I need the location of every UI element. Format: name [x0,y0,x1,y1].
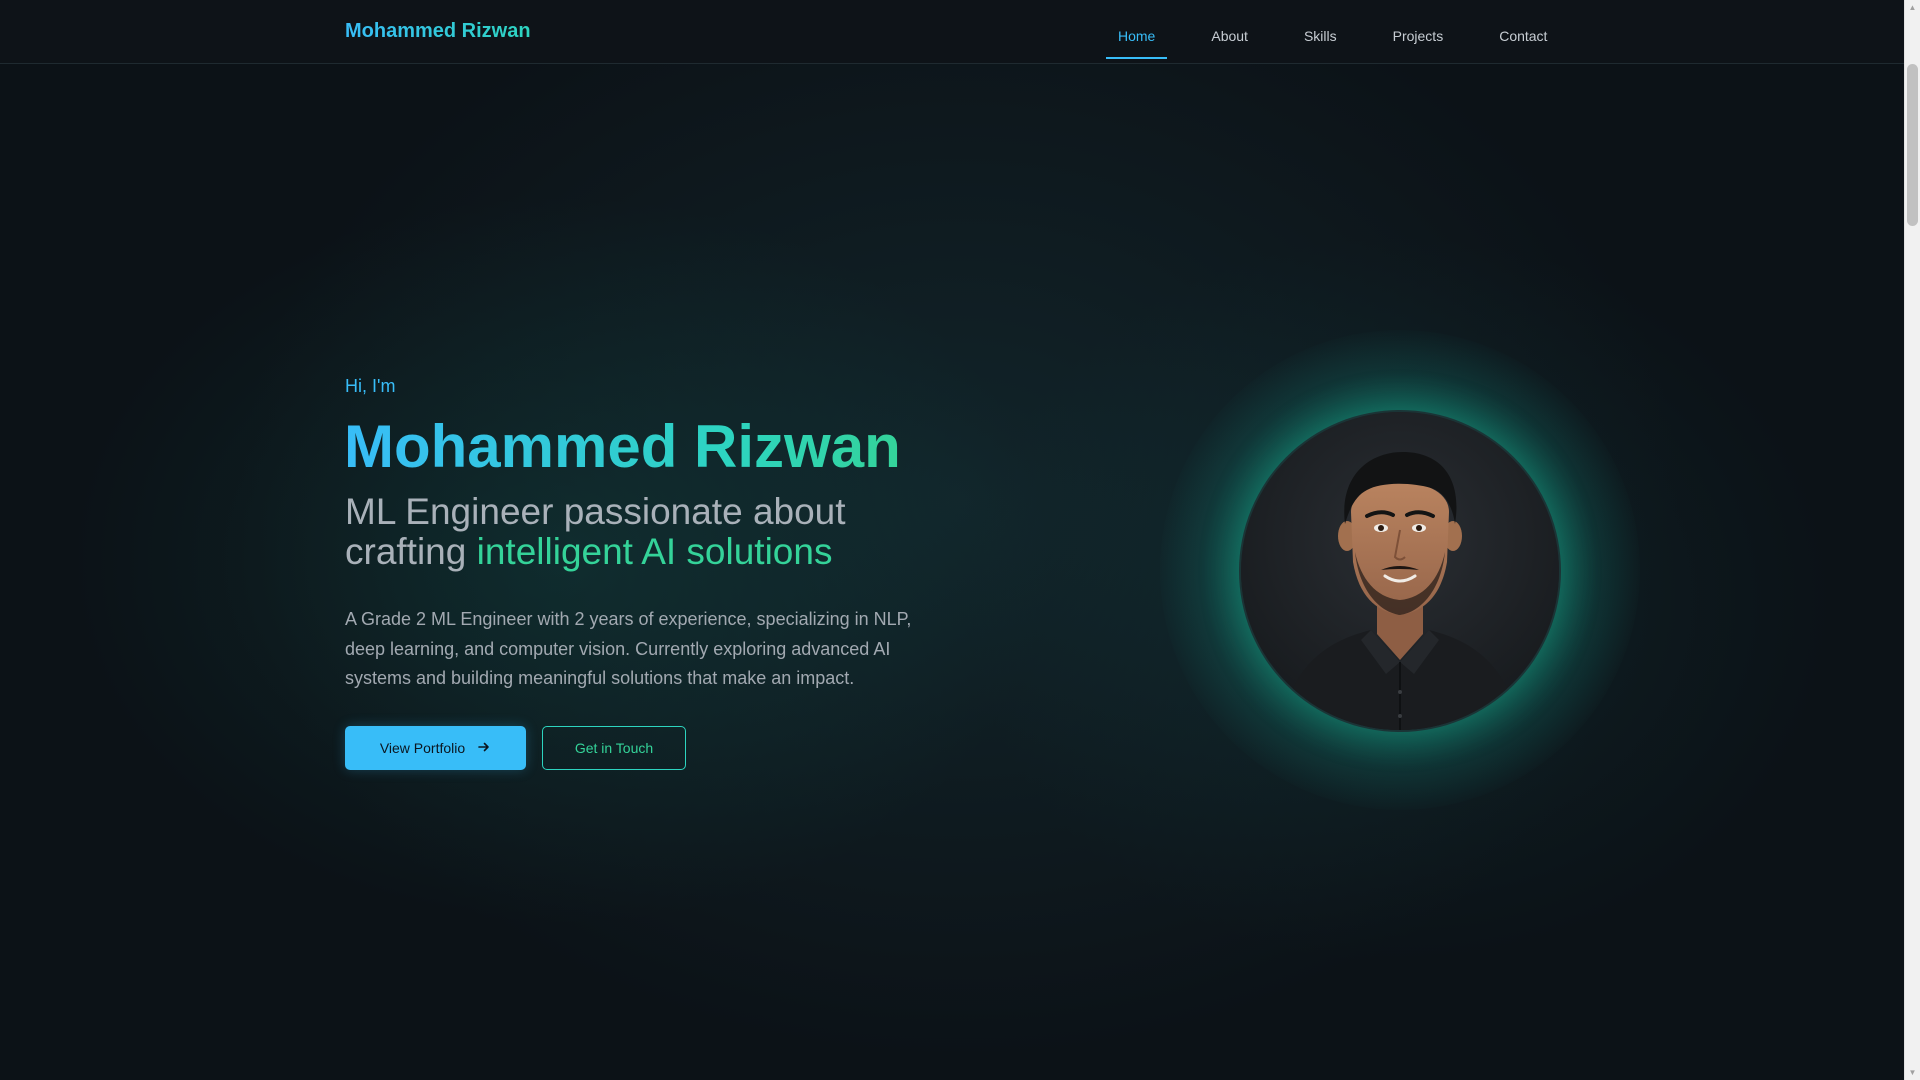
view-portfolio-label: View Portfolio [379,740,466,756]
hero-name: Mohammed Rizwan [344,410,901,484]
navbar: Mohammed Rizwan Home About Skills Projec… [0,0,1905,64]
portfolio-page: Mohammed Rizwan Home About Skills Projec… [0,0,1920,1080]
scroll-thumb[interactable] [1907,64,1918,226]
nav-item-projects[interactable]: Projects [1381,5,1456,59]
nav-item-home[interactable]: Home [1106,5,1168,59]
profile-photo [1241,412,1559,730]
main-nav: Home About Skills Projects Contact [1106,0,1559,63]
page-scrollbar[interactable]: ▲ ▼ [1904,0,1920,1080]
scroll-down-arrow-icon[interactable]: ▼ [1905,1065,1920,1080]
hero-description: A Grade 2 ML Engineer with 2 years of ex… [345,609,912,688]
view-portfolio-button[interactable]: View Portfolio [345,726,526,770]
avatar [1241,412,1559,730]
get-in-touch-button[interactable]: Get in Touch [542,726,686,770]
hero-tagline: ML Engineer passionate about crafting in… [345,492,945,572]
scroll-up-arrow-icon[interactable]: ▲ [1905,0,1920,15]
nav-item-contact[interactable]: Contact [1487,5,1559,59]
tagline-highlight: intelligent AI solutions [476,531,833,572]
nav-item-skills[interactable]: Skills [1292,5,1349,59]
brand-logo[interactable]: Mohammed Rizwan [345,20,531,43]
arrow-right-icon [477,740,491,757]
hero-greeting: Hi, I'm [345,376,396,396]
nav-item-about[interactable]: About [1199,5,1260,59]
